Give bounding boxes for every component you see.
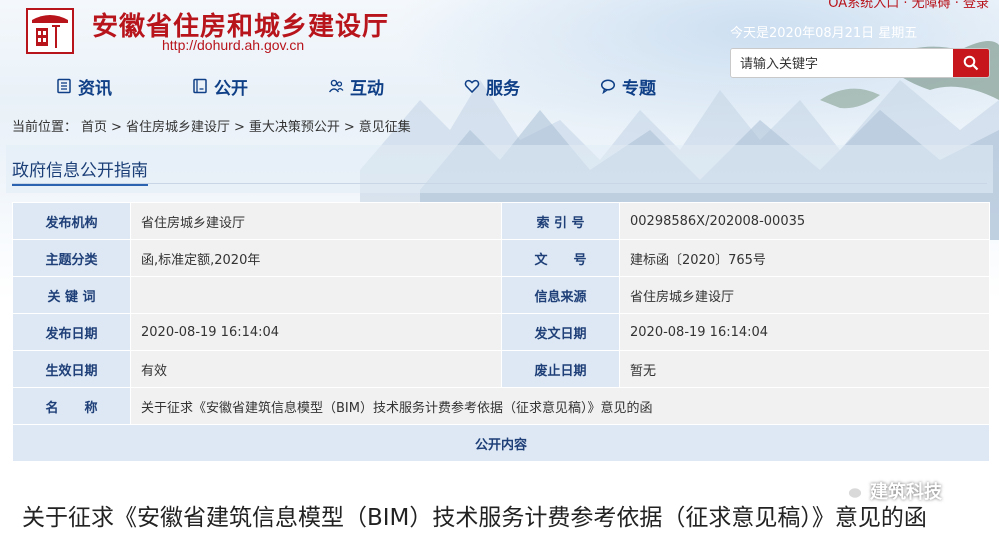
value-publish-date: 2020-08-19 16:14:04 bbox=[130, 313, 502, 351]
breadcrumb-separator: > bbox=[111, 120, 122, 135]
top-links[interactable]: OA系统入口 · 无障碍 · 登录 bbox=[828, 0, 989, 11]
book-icon bbox=[193, 78, 207, 94]
nav-item-interact[interactable]: 互动 bbox=[328, 72, 384, 100]
value-expiry-date: 暂无 bbox=[619, 350, 990, 388]
site-logo[interactable] bbox=[26, 8, 74, 54]
tab-info-guide[interactable]: 政府信息公开指南 bbox=[12, 156, 148, 186]
label-publish-date: 发布日期 bbox=[12, 313, 131, 351]
table-row: 名 称 关于征求《安徽省建筑信息模型（BIM）技术服务计费参考依据（征求意见稿）… bbox=[12, 387, 990, 425]
breadcrumb-link-dept[interactable]: 省住房城乡建设厅 bbox=[126, 120, 230, 135]
wechat-icon bbox=[838, 481, 863, 500]
info-metadata-table: 发布机构 省住房城乡建设厅 索 引 号 00298586X/202008-000… bbox=[12, 202, 990, 462]
label-info-source: 信息来源 bbox=[501, 276, 620, 314]
value-publisher: 省住房城乡建设厅 bbox=[130, 202, 502, 240]
watermark-label: 建筑科技 bbox=[870, 482, 942, 503]
label-effective-date: 生效日期 bbox=[12, 350, 131, 388]
table-row: 主题分类 函,标准定额,2020年 文 号 建标函〔2020〕765号 bbox=[12, 239, 990, 277]
main-nav: 资讯 公开 互动 服务 专题 bbox=[0, 72, 700, 100]
label-name: 名 称 bbox=[12, 387, 131, 425]
value-info-source: 省住房城乡建设厅 bbox=[619, 276, 990, 314]
value-issue-date: 2020-08-19 16:14:04 bbox=[619, 313, 990, 351]
value-doc-number: 建标函〔2020〕765号 bbox=[619, 239, 990, 277]
search-button[interactable] bbox=[953, 49, 989, 77]
table-row: 公开内容 bbox=[12, 424, 990, 462]
table-row: 发布机构 省住房城乡建设厅 索 引 号 00298586X/202008-000… bbox=[12, 202, 990, 240]
table-row: 生效日期 有效 废止日期 暂无 bbox=[12, 350, 990, 388]
nav-label: 资讯 bbox=[78, 78, 112, 99]
site-url[interactable]: http://dohurd.ah.gov.cn bbox=[162, 37, 304, 53]
label-keywords: 关 键 词 bbox=[12, 276, 131, 314]
label-issue-date: 发文日期 bbox=[501, 313, 620, 351]
value-name: 关于征求《安徽省建筑信息模型（BIM）技术服务计费参考依据（征求意见稿）》意见的… bbox=[130, 387, 990, 425]
breadcrumb: 当前位置： 首页 > 省住房城乡建设厅 > 重大决策预公开 > 意见征集 bbox=[12, 116, 415, 135]
nav-label: 专题 bbox=[622, 78, 656, 99]
people-icon bbox=[328, 79, 344, 93]
breadcrumb-link-home[interactable]: 首页 bbox=[81, 120, 107, 135]
label-expiry-date: 废止日期 bbox=[501, 350, 620, 388]
breadcrumb-separator: > bbox=[233, 120, 245, 135]
breadcrumb-prefix: 当前位置： bbox=[12, 120, 78, 135]
nav-item-open[interactable]: 公开 bbox=[192, 72, 248, 100]
today-date: 今天是2020年08月21日 星期五 bbox=[730, 26, 918, 41]
breadcrumb-link-opinion[interactable]: 意见征集 bbox=[359, 120, 411, 135]
article-title: 关于征求《安徽省建筑信息模型（BIM）技术服务计费参考依据（征求意见稿）》意见的… bbox=[22, 505, 927, 531]
wechat-watermark: 建筑科技 bbox=[838, 478, 942, 504]
label-topic: 主题分类 bbox=[12, 239, 131, 277]
nav-label: 互动 bbox=[350, 78, 384, 99]
nav-item-topic[interactable]: 专题 bbox=[600, 72, 656, 100]
guide-panel bbox=[6, 145, 993, 193]
nav-item-news[interactable]: 资讯 bbox=[56, 72, 112, 100]
value-topic: 函,标准定额,2020年 bbox=[130, 239, 502, 277]
breadcrumb-link-decision[interactable]: 重大决策预公开 bbox=[249, 120, 340, 135]
content-section-header: 公开内容 bbox=[12, 424, 990, 462]
breadcrumb-separator: > bbox=[343, 120, 355, 135]
table-row: 发布日期 2020-08-19 16:14:04 发文日期 2020-08-19… bbox=[12, 313, 990, 351]
nav-label: 服务 bbox=[486, 78, 520, 99]
heart-icon bbox=[464, 79, 480, 94]
search-input[interactable] bbox=[731, 49, 955, 77]
label-doc-number: 文 号 bbox=[501, 239, 620, 277]
news-icon bbox=[57, 78, 71, 94]
search-box bbox=[730, 48, 990, 78]
value-index-number: 00298586X/202008-00035 bbox=[619, 202, 990, 240]
nav-label: 公开 bbox=[214, 78, 248, 99]
value-keywords bbox=[130, 276, 502, 314]
search-icon bbox=[963, 55, 979, 71]
chat-bubble-icon bbox=[600, 79, 616, 94]
label-index-number: 索 引 号 bbox=[501, 202, 620, 240]
nav-item-service[interactable]: 服务 bbox=[464, 72, 520, 100]
table-row: 关 键 词 信息来源 省住房城乡建设厅 bbox=[12, 276, 990, 314]
label-publisher: 发布机构 bbox=[12, 202, 131, 240]
guide-divider bbox=[12, 183, 987, 184]
value-effective-date: 有效 bbox=[130, 350, 502, 388]
